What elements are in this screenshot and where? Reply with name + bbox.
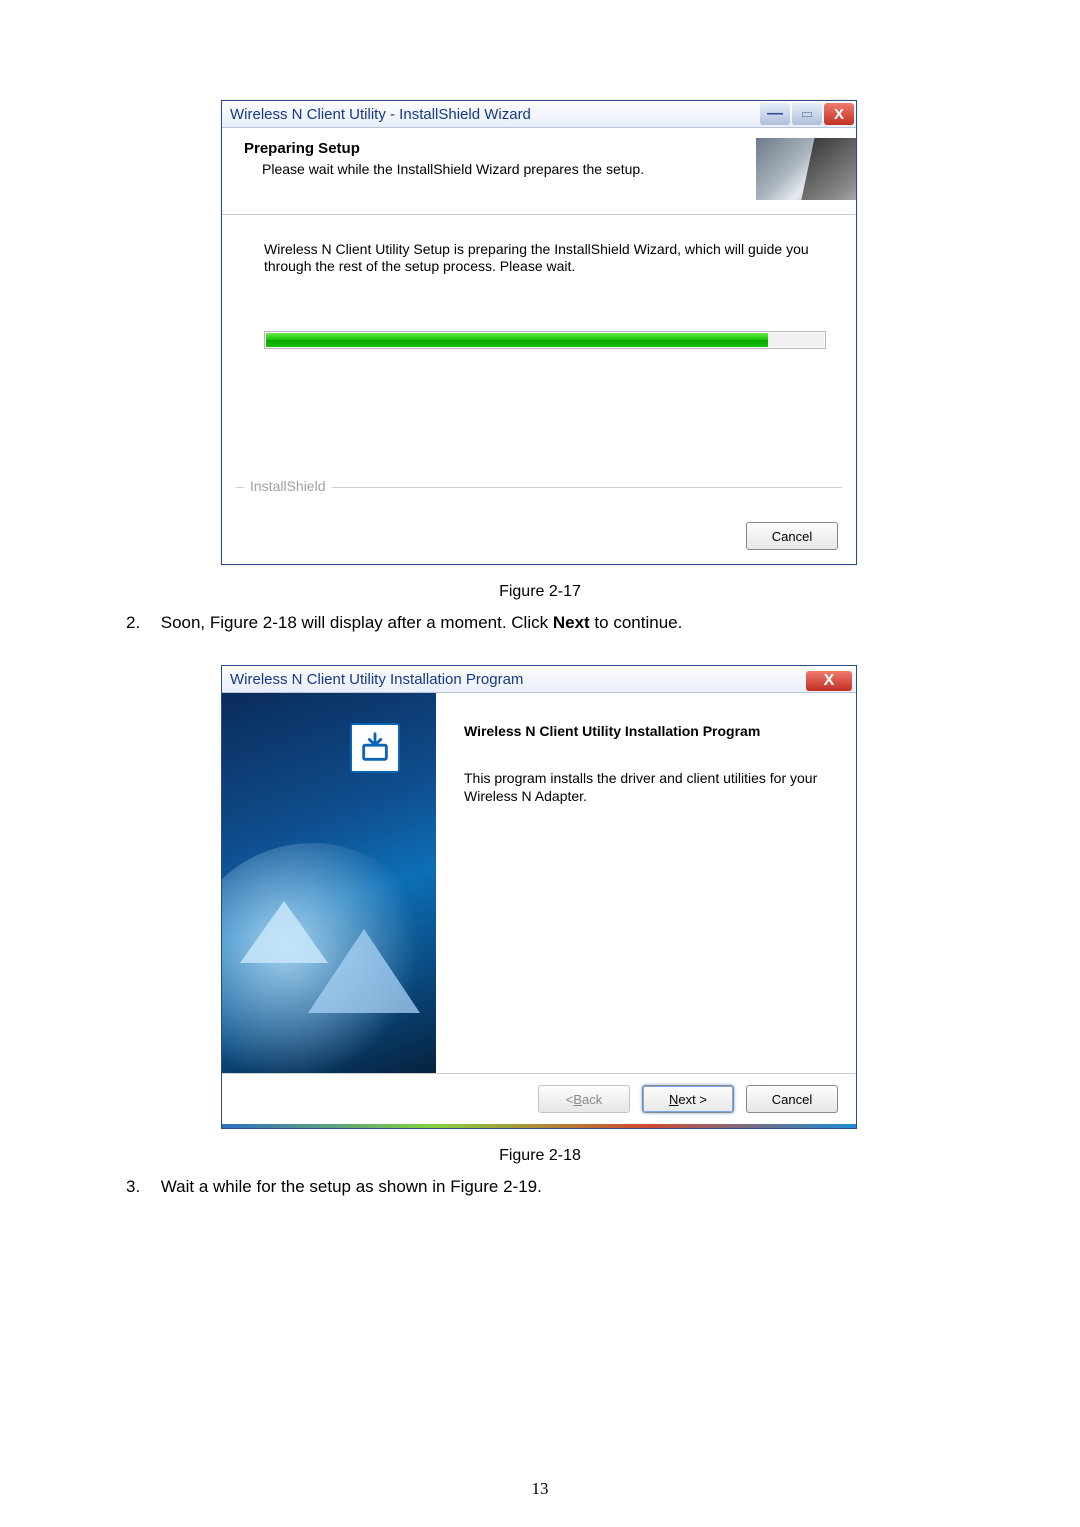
installshield-preparing-dialog: Wireless N Client Utility - InstallShiel… bbox=[221, 100, 857, 565]
figure-2-17-wrap: Wireless N Client Utility - InstallShiel… bbox=[221, 100, 859, 565]
dialog2-banner-image bbox=[222, 693, 436, 1073]
dialog2-bottom-strip bbox=[222, 1124, 856, 1128]
window-buttons: — ▭ X bbox=[760, 101, 856, 127]
dialog1-title: Wireless N Client Utility - InstallShiel… bbox=[230, 106, 531, 123]
cancel-button[interactable]: Cancel bbox=[746, 1085, 838, 1113]
brand-divider: InstallShield bbox=[236, 487, 842, 518]
figure-2-18-caption: Figure 2-18 bbox=[120, 1147, 960, 1165]
dialog1-subheading: Please wait while the InstallShield Wiza… bbox=[244, 161, 644, 177]
maximize-button[interactable]: ▭ bbox=[792, 103, 822, 125]
dialog1-button-row: Cancel bbox=[222, 518, 856, 564]
dialog2-content: Wireless N Client Utility Installation P… bbox=[436, 693, 856, 1073]
close-button[interactable]: X bbox=[806, 671, 852, 691]
box-arrow-icon bbox=[358, 731, 392, 765]
list-number-3: 3. bbox=[126, 1175, 156, 1199]
step2-prefix: Soon, Figure 2-18 will display after a m… bbox=[161, 613, 553, 632]
dialog1-header-text: Preparing Setup Please wait while the In… bbox=[244, 138, 644, 177]
installshield-brand: InstallShield bbox=[244, 478, 332, 494]
next-button[interactable]: Next > bbox=[642, 1085, 734, 1113]
step-3-text: 3. Wait a while for the setup as shown i… bbox=[126, 1175, 960, 1199]
cancel-button[interactable]: Cancel bbox=[746, 522, 838, 550]
list-number-2: 2. bbox=[126, 611, 156, 635]
close-button[interactable]: X bbox=[824, 103, 854, 125]
dialog2-description: This program installs the driver and cli… bbox=[464, 769, 830, 805]
installer-banner-image bbox=[756, 138, 856, 200]
dialog2-button-row: < Back Next > Cancel bbox=[222, 1073, 856, 1124]
back-button[interactable]: < Back bbox=[538, 1085, 630, 1113]
document-page: Wireless N Client Utility - InstallShiel… bbox=[0, 0, 1080, 1527]
progress-bar bbox=[264, 331, 826, 349]
dialog1-header-band: Preparing Setup Please wait while the In… bbox=[222, 128, 856, 215]
progress-fill bbox=[266, 333, 768, 347]
dialog2-titlebar: Wireless N Client Utility Installation P… bbox=[222, 666, 856, 693]
installer-icon bbox=[350, 723, 400, 773]
step2-suffix: to continue. bbox=[590, 613, 683, 632]
utility-installation-dialog: Wireless N Client Utility Installation P… bbox=[221, 665, 857, 1129]
figure-2-17-caption: Figure 2-17 bbox=[120, 583, 960, 601]
step2-bold: Next bbox=[553, 613, 590, 632]
step3-content: Wait a while for the setup as shown in F… bbox=[161, 1177, 542, 1196]
dialog1-description: Wireless N Client Utility Setup is prepa… bbox=[264, 241, 826, 275]
dialog2-body: Wireless N Client Utility Installation P… bbox=[222, 693, 856, 1073]
step-2-text: 2. Soon, Figure 2-18 will display after … bbox=[126, 611, 960, 635]
page-number: 13 bbox=[0, 1479, 1080, 1499]
dialog1-heading: Preparing Setup bbox=[244, 140, 644, 157]
dialog1-titlebar: Wireless N Client Utility - InstallShiel… bbox=[222, 101, 856, 128]
minimize-button[interactable]: — bbox=[760, 103, 790, 125]
dialog2-heading: Wireless N Client Utility Installation P… bbox=[464, 723, 830, 739]
dialog1-body: Wireless N Client Utility Setup is prepa… bbox=[222, 215, 856, 487]
figure-2-18-wrap: Wireless N Client Utility Installation P… bbox=[221, 665, 859, 1129]
progress-remaining bbox=[768, 333, 824, 347]
dialog2-title: Wireless N Client Utility Installation P… bbox=[230, 671, 523, 688]
